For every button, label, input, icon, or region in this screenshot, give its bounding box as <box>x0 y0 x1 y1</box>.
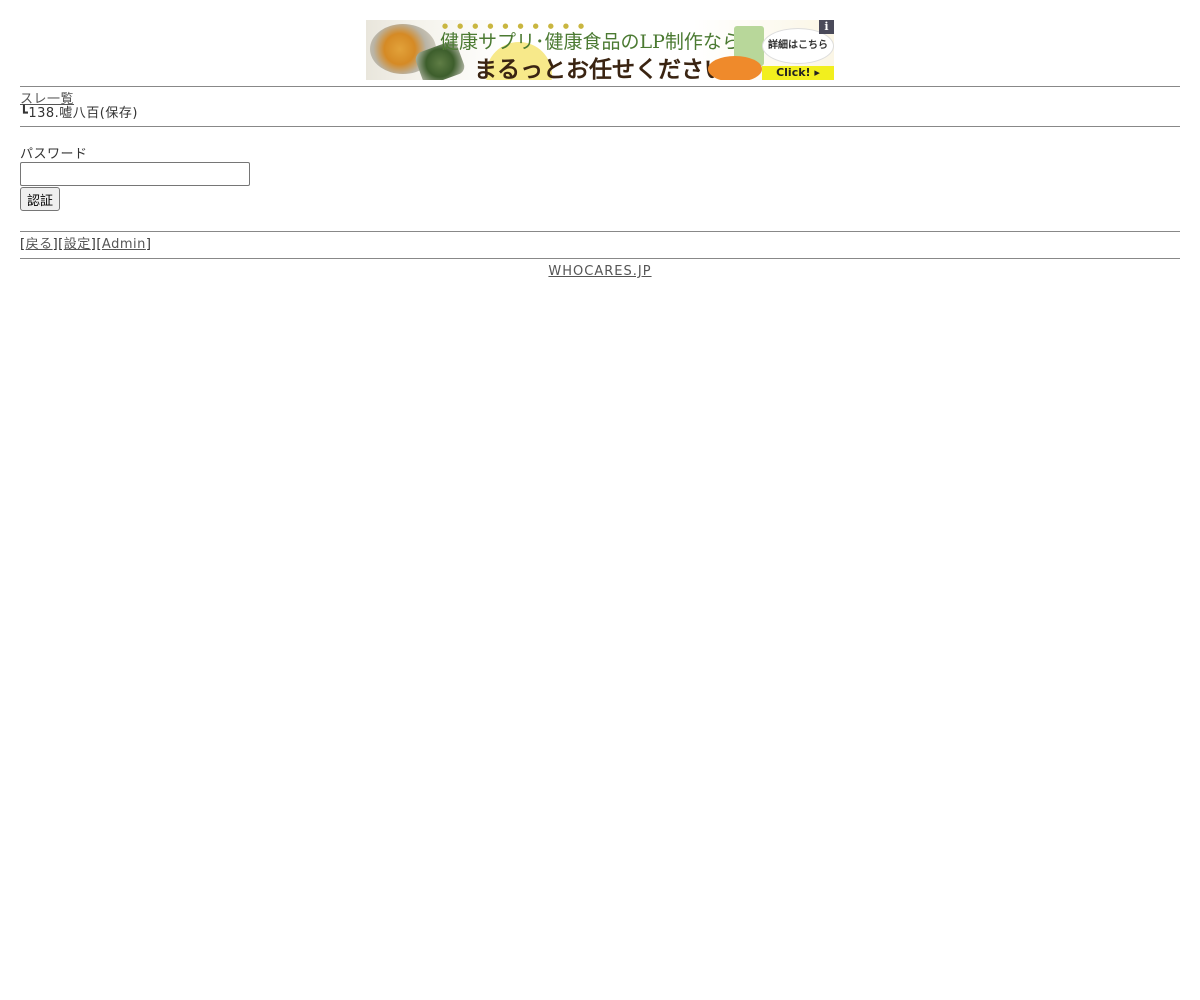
carrot-image <box>708 56 762 80</box>
info-icon[interactable]: i <box>819 20 834 34</box>
current-thread-label: ┗138.嘘八百(保存) <box>20 106 138 121</box>
bracket-close: ] <box>145 237 152 252</box>
page: ●●●●●●●●●● 健康サプリ･健康食品のLP制作なら まるっとお任せください… <box>20 0 1180 285</box>
ad-tagline: まるっとお任せください! <box>474 57 738 80</box>
click-label: Click! ▸ <box>762 66 834 80</box>
bottom-links: [戻る][設定][Admin] <box>20 232 1180 258</box>
auth-button[interactable]: 認証 <box>20 187 61 211</box>
footer: WHOCARES.JP <box>20 259 1180 285</box>
password-input[interactable] <box>20 162 250 186</box>
admin-link[interactable]: Admin <box>102 237 146 252</box>
ad-banner[interactable]: ●●●●●●●●●● 健康サプリ･健康食品のLP制作なら まるっとお任せください… <box>366 20 834 80</box>
breadcrumb: スレ一覧 ┗138.嘘八百(保存) <box>20 87 1180 126</box>
password-label: パスワード <box>20 147 88 162</box>
thread-list-link[interactable]: スレ一覧 <box>20 92 74 107</box>
settings-link[interactable]: 設定 <box>64 237 91 252</box>
password-form: パスワード 認証 <box>20 127 1180 231</box>
bracket-sep: ][ <box>52 237 64 252</box>
ad-banner-row: ●●●●●●●●●● 健康サプリ･健康食品のLP制作なら まるっとお任せください… <box>20 0 1180 86</box>
bracket-sep: ][ <box>90 237 102 252</box>
site-link[interactable]: WHOCARES.JP <box>548 264 651 279</box>
back-link[interactable]: 戻る <box>26 237 53 252</box>
